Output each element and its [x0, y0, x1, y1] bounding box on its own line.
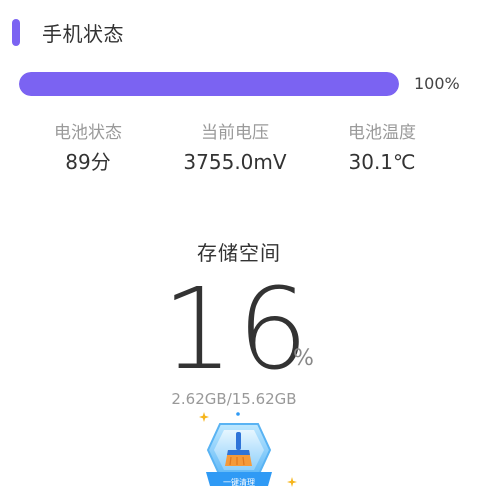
battery-percent-label: 100%	[414, 74, 460, 93]
page-title: 手机状态	[42, 21, 124, 46]
battery-progress-bar	[19, 72, 399, 96]
stat-label: 电池温度	[348, 123, 416, 143]
stat-label: 电池状态	[54, 123, 122, 143]
sparkle-icon	[287, 477, 297, 487]
stat-label: 当前电压	[201, 123, 269, 143]
stat-temperature: 电池温度 30.1℃	[307, 121, 457, 174]
stat-value: 3755.0mV	[183, 150, 287, 174]
header-accent-bar	[12, 18, 20, 46]
battery-stats: 电池状态 89分 当前电压 3755.0mV 电池温度 30.1℃	[0, 121, 478, 181]
section-header: 手机状态	[12, 17, 124, 47]
stat-value: 30.1℃	[348, 150, 416, 174]
phone-status-screen: 手机状态 100% 电池状态 89分 当前电压 3755.0mV 电池温度 30…	[0, 0, 478, 489]
clean-button-label: 一键清理	[223, 478, 255, 487]
stat-value: 89分	[65, 150, 111, 174]
stat-battery-health: 电池状态 89分	[13, 121, 163, 174]
stat-voltage: 当前电压 3755.0mV	[160, 121, 310, 174]
sparkle-dot-icon	[236, 412, 240, 416]
storage-size-text: 2.62GB/15.62GB	[171, 390, 297, 408]
one-click-clean-button[interactable]: 一键清理	[198, 410, 280, 489]
storage-percent-unit: %	[293, 346, 314, 371]
battery-progress-fill	[19, 72, 399, 96]
storage-percent-value: 16	[162, 265, 313, 395]
storage-usage: 16 %	[0, 270, 478, 390]
storage-title: 存储空间	[197, 241, 281, 265]
